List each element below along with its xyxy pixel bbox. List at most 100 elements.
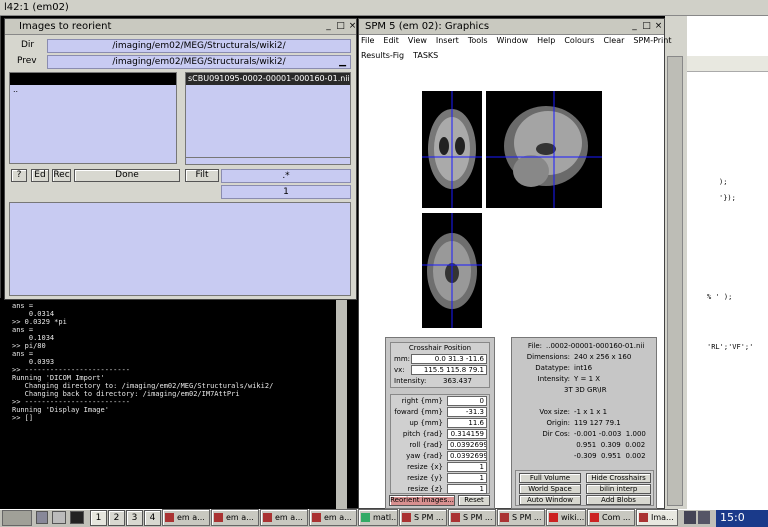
workspace-4[interactable]: 4 (144, 510, 161, 526)
mm-field[interactable]: 0.0 31.3 -11.6 (411, 354, 487, 364)
list-item[interactable]: .. (10, 85, 176, 95)
maximize-icon[interactable]: □ (335, 21, 346, 32)
menu-item-colours[interactable]: Colours (564, 36, 594, 45)
full-volume-dropdown[interactable]: Full Volume (519, 473, 581, 483)
task-button[interactable]: em a... (309, 509, 357, 526)
menu-item-results-fig[interactable]: Results-Fig (361, 51, 404, 60)
maximize-icon[interactable]: □ (641, 21, 652, 32)
workspace-1[interactable]: 1 (90, 510, 107, 526)
param-label: right {mm} (401, 397, 443, 405)
close-icon[interactable]: × (347, 21, 356, 32)
param-field[interactable]: -31.3 (447, 407, 487, 417)
prev-label: Prev (17, 56, 37, 66)
help-button[interactable]: ? (11, 169, 27, 182)
prev-dropdown[interactable]: /imaging/em02/MEG/Structurals/wiki2/ ▁ (47, 55, 351, 69)
menu-item-insert[interactable]: Insert (436, 36, 459, 45)
task-button[interactable]: S PM ... (448, 509, 496, 526)
terminal-icon[interactable] (70, 511, 84, 524)
bilin-interp-dropdown[interactable]: bilin interp (586, 484, 651, 494)
task-button[interactable]: wiki... (546, 509, 586, 526)
menu-item-tools[interactable]: Tools (468, 36, 488, 45)
menu-item-edit[interactable]: Edit (383, 36, 399, 45)
terminal-output: ans = 0.0314 >> 0.0329 *pi ans = 0.1034 >> … (12, 302, 342, 502)
task-button[interactable]: Com ... (587, 509, 635, 526)
vx-label: vx: (394, 366, 405, 374)
tray-icon[interactable] (698, 511, 710, 524)
windows-icon[interactable] (52, 511, 66, 524)
intensity-info-label: Intensity: (537, 375, 570, 383)
minimize-icon[interactable]: _ (629, 21, 640, 32)
selected-files-area[interactable] (9, 202, 351, 296)
add-blobs-button[interactable]: Add Blobs (586, 495, 651, 505)
menu-item-clear[interactable]: Clear (603, 36, 624, 45)
menu-item-view[interactable]: View (408, 36, 427, 45)
sagittal-view[interactable] (486, 91, 602, 208)
task-button[interactable]: em a... (211, 509, 259, 526)
crosshair-panel: Crosshair Position mm: 0.0 31.3 -11.6 vx… (385, 337, 495, 509)
filt-button[interactable]: Filt (185, 169, 219, 182)
minimize-icon[interactable]: _ (323, 21, 334, 32)
task-button[interactable]: S PM ... (399, 509, 447, 526)
files-hscrollbar[interactable] (185, 157, 351, 165)
param-field[interactable]: 1 (447, 462, 487, 472)
filter-field[interactable]: .* (221, 169, 351, 183)
ed-button[interactable]: Ed (31, 169, 49, 182)
dir-field[interactable]: /imaging/em02/MEG/Structurals/wiki2/ (47, 39, 351, 53)
task-label: S PM ... (414, 513, 444, 522)
param-label: up {mm} (409, 419, 443, 427)
vx-field[interactable]: 115.5 115.8 79.1 (411, 365, 487, 375)
hide-crosshairs-button[interactable]: Hide Crosshairs (586, 473, 651, 483)
files-list[interactable]: sCBU091095-0002-00001-000160-01.nii (185, 72, 351, 164)
task-button[interactable]: matl... (358, 509, 398, 526)
crosshair-title: Crosshair Position (408, 344, 472, 352)
param-field[interactable]: 1 (447, 484, 487, 494)
param-field[interactable]: 0 (447, 396, 487, 406)
start-menu-icon[interactable] (2, 510, 32, 526)
dimensions-value: 240 x 256 x 160 (574, 353, 632, 361)
task-button[interactable]: em a... (162, 509, 210, 526)
dirs-list-selected[interactable] (10, 73, 176, 85)
done-button[interactable]: Done (74, 169, 180, 182)
param-field[interactable]: 0.314159 (447, 429, 487, 439)
task-label: S PM ... (463, 513, 493, 522)
menu-item-window[interactable]: Window (497, 36, 529, 45)
task-button[interactable]: S PM ... (497, 509, 545, 526)
spm-titlebar[interactable]: SPM 5 (em 02): Graphics _ □ × (359, 19, 664, 35)
images-dialog-titlebar[interactable]: Images to reorient _ □ × (5, 19, 356, 35)
terminal-line: ans = (12, 302, 34, 310)
editor-scrollbar[interactable] (667, 56, 683, 506)
desktop-icon[interactable] (36, 511, 48, 524)
terminal-line: >> 0.0329 *pi (12, 318, 67, 326)
axial-view[interactable] (422, 213, 482, 328)
reset-button[interactable]: Reset (458, 495, 490, 506)
param-field[interactable]: 1 (447, 473, 487, 483)
workspace-2[interactable]: 2 (108, 510, 125, 526)
menu-item-tasks[interactable]: TASKS (413, 51, 438, 60)
menu-item-spm-print[interactable]: SPM-Print (633, 36, 671, 45)
count-field[interactable]: 1 (221, 185, 351, 199)
workspace-3[interactable]: 3 (126, 510, 143, 526)
terminal-line: ans = (12, 326, 34, 334)
param-field[interactable]: 0.0392699 (447, 451, 487, 461)
param-label: resize {z} (407, 485, 443, 493)
close-icon[interactable]: × (653, 21, 664, 32)
world-space-dropdown[interactable]: World Space (519, 484, 581, 494)
task-button[interactable]: em a... (260, 509, 308, 526)
param-field[interactable]: 11.6 (447, 418, 487, 428)
terminal-line: >> ------------------------- (12, 366, 131, 374)
menu-item-help[interactable]: Help (537, 36, 555, 45)
task-label: em a... (177, 513, 205, 522)
auto-window-dropdown[interactable]: Auto Window (519, 495, 581, 505)
dirs-list[interactable]: .. (9, 72, 177, 164)
task-label: Com ... (602, 513, 631, 522)
terminal-scrollbar[interactable] (336, 298, 347, 509)
param-field[interactable]: 0.0392699 (447, 440, 487, 450)
tray-icon[interactable] (684, 511, 696, 524)
matlab-terminal[interactable]: ans = 0.0314 >> 0.0329 *pi ans = 0.1034 >> … (0, 298, 347, 509)
task-button-active[interactable]: Ima... (636, 509, 678, 526)
list-item[interactable]: sCBU091095-0002-00001-000160-01.nii (186, 73, 350, 85)
reorient-images-button[interactable]: Reorient images... (389, 495, 455, 506)
rec-button[interactable]: Rec (52, 169, 71, 182)
menu-item-file[interactable]: File (361, 36, 374, 45)
coronal-view[interactable] (422, 91, 482, 208)
